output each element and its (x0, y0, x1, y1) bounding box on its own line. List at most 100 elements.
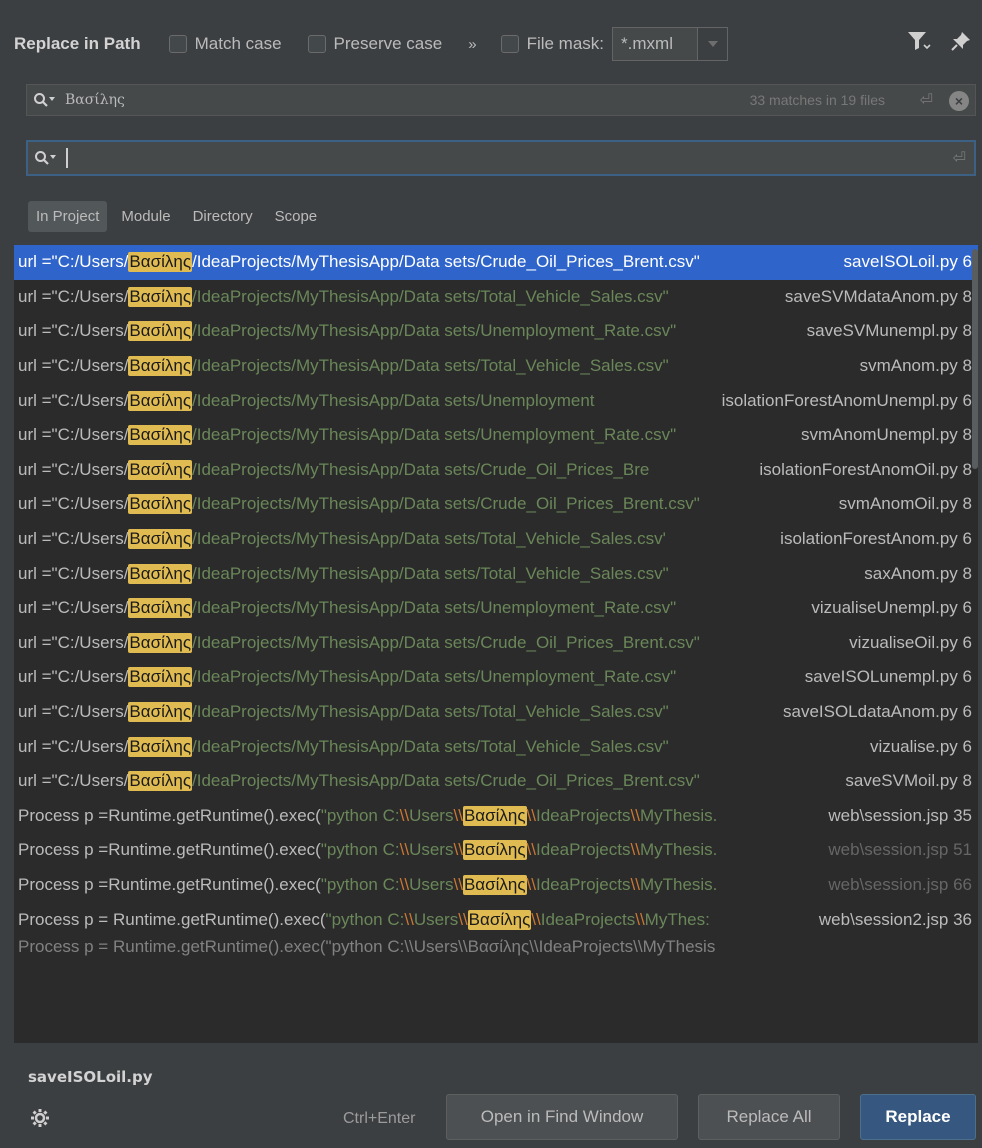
table-row[interactable]: Process p =Runtime.getRuntime().exec("py… (14, 799, 978, 834)
table-row[interactable]: url ="C:/Users/Βασίλης/IdeaProjects/MyTh… (14, 314, 978, 349)
gear-icon[interactable] (30, 1108, 50, 1133)
row-prefix: url ="C:/Users/ (18, 529, 129, 549)
search-field[interactable]: Βασίλης 33 matches in 19 files ⏎ × (26, 84, 976, 116)
row-path: /IdeaProjects/MyThesisApp/Data sets/Tota… (192, 736, 669, 756)
text-caret (66, 148, 68, 168)
row-escape: \\ (630, 874, 640, 894)
table-row[interactable]: url ="C:/Users/Βασίλης/IdeaProjects/MyTh… (14, 280, 978, 315)
tab-module[interactable]: Module (113, 201, 178, 232)
filter-icon[interactable] (906, 29, 932, 58)
search-input[interactable]: Βασίλης (65, 92, 125, 108)
table-row[interactable]: url ="C:/Users/Βασίλης/IdeaProjects/MyTh… (14, 729, 978, 764)
row-string: MyThesis. (639, 805, 718, 825)
table-row[interactable]: url ="C:/Users/Βασίλης/IdeaProjects/MyTh… (14, 695, 978, 730)
row-path: /IdeaProjects/MyThesisApp/Data sets/Unem… (192, 321, 677, 341)
row-file: isolationForestAnom.py 6 (774, 529, 972, 550)
row-file: web\session.jsp 35 (822, 805, 972, 826)
table-row[interactable]: url ="C:/Users/Βασίλης/IdeaProjects/MyTh… (14, 764, 978, 799)
match-highlight: Βασίλης (128, 356, 193, 377)
row-file: svmAnom.py 8 (853, 356, 972, 377)
replace-button[interactable]: Replace (860, 1094, 976, 1140)
row-path: /IdeaProjects/MyThesisApp/Data sets/Crud… (192, 771, 700, 791)
match-highlight: Βασίλης (128, 563, 193, 584)
row-file: saveISOLdataAnom.py 6 (776, 702, 972, 723)
match-highlight: Βασίλης (128, 494, 193, 515)
table-row[interactable]: Process p =Runtime.getRuntime().exec("py… (14, 868, 978, 903)
table-row[interactable]: url ="C:/Users/Βασίλης/IdeaProjects/MyTh… (14, 349, 978, 384)
row-string: IdeaProjects (535, 840, 631, 860)
row-file: saxAnom.py 8 (858, 563, 972, 584)
file-mask-checkbox[interactable] (500, 35, 519, 53)
match-highlight: Βασίλης (128, 667, 193, 688)
match-highlight: Βασίλης (462, 840, 527, 861)
file-mask-input[interactable]: *.mxml (612, 27, 699, 61)
table-row[interactable]: url ="C:/Users/Βασίλης/IdeaProjects/MyTh… (14, 591, 978, 626)
replace-field[interactable]: ⏎ (26, 140, 976, 176)
row-path: /IdeaProjects/MyThesisApp/Data sets/Crud… (192, 632, 700, 652)
clear-icon[interactable]: × (949, 91, 969, 111)
pin-icon[interactable] (950, 30, 972, 57)
table-row[interactable]: Process p =Runtime.getRuntime().exec("py… (14, 833, 978, 868)
row-escape: \\ (399, 805, 410, 825)
match-highlight: Βασίλης (462, 805, 527, 826)
results-list[interactable]: url ="C:/Users/Βασίλης/IdeaProjects/MyTh… (14, 245, 978, 1043)
row-path: /IdeaProjects/MyThesisApp/Data sets/Crud… (192, 252, 700, 272)
row-escape: \\ (526, 805, 536, 825)
match-highlight: Βασίλης (128, 771, 193, 792)
row-file: saveSVMdataAnom.py 8 (778, 286, 972, 307)
row-path: /IdeaProjects/MyThesisApp/Data sets/Tota… (192, 356, 669, 376)
table-row[interactable]: Process p = Runtime.getRuntime().exec("p… (14, 902, 978, 937)
row-prefix: url ="C:/Users/ (18, 356, 129, 376)
row-prefix: url ="C:/Users/ (18, 321, 129, 341)
row-string: MyThesis. (639, 840, 718, 860)
row-prefix: url ="C:/Users/ (18, 286, 129, 306)
table-row[interactable]: url ="C:/Users/Βασίλης/IdeaProjects/MyTh… (14, 626, 978, 661)
row-escape: \\ (635, 909, 645, 929)
table-row[interactable]: url ="C:/Users/Βασίλης/IdeaProjects/MyTh… (14, 418, 978, 453)
enter-icon: ⏎ (952, 150, 966, 167)
row-path: /IdeaProjects/MyThesisApp/Data sets/Unem… (192, 425, 677, 445)
row-file: web\session2.jsp 36 (812, 909, 972, 930)
row-file: web\session.jsp 51 (822, 840, 972, 861)
table-row[interactable]: url ="C:/Users/Βασίλης/IdeaProjects/MyTh… (14, 487, 978, 522)
more-options-button[interactable]: » (468, 36, 476, 53)
row-string: Users (413, 909, 459, 929)
table-row[interactable]: url ="C:/Users/Βασίλης/IdeaProjects/MyTh… (14, 453, 978, 488)
preserve-case-checkbox[interactable] (307, 35, 326, 53)
row-string: Users (409, 874, 454, 894)
row-prefix: url ="C:/Users/ (18, 771, 129, 791)
table-row[interactable]: url ="C:/Users/Βασίλης/IdeaProjects/MyTh… (14, 522, 978, 557)
row-escape: \\ (630, 805, 640, 825)
row-file: isolationForestAnomUnempl.py 6 (715, 390, 972, 411)
row-path: /IdeaProjects/MyThesisApp/Data sets/Unem… (192, 598, 677, 618)
row-escape: \\ (531, 909, 541, 929)
file-mask-dropdown[interactable] (698, 27, 729, 61)
table-row[interactable]: url ="C:/Users/Βασίλης/IdeaProjects/MyTh… (14, 660, 978, 695)
row-prefix: url ="C:/Users/ (18, 598, 129, 618)
results-scrollbar[interactable] (972, 249, 978, 469)
scope-tabs: In Project Module Directory Scope (28, 201, 325, 232)
open-in-find-window-button[interactable]: Open in Find Window (446, 1094, 678, 1140)
tab-directory[interactable]: Directory (185, 201, 261, 232)
tab-in-project[interactable]: In Project (28, 201, 108, 232)
row-string: Users (409, 840, 454, 860)
row-string: MyThesis. (639, 874, 718, 894)
table-row[interactable]: Process p = Runtime.getRuntime().exec("p… (14, 937, 978, 957)
match-count: 33 matches in 19 files (749, 92, 885, 108)
row-escape: \\ (404, 909, 414, 929)
table-row[interactable]: url ="C:/Users/Βασίλης/IdeaProjects/MyTh… (14, 245, 978, 280)
file-mask-label[interactable]: File mask: (527, 34, 604, 54)
tab-scope[interactable]: Scope (267, 201, 326, 232)
table-row[interactable]: url ="C:/Users/Βασίλης/IdeaProjects/MyTh… (14, 383, 978, 418)
match-case-label[interactable]: Match case (195, 34, 282, 54)
row-prefix: url ="C:/Users/ (18, 459, 129, 479)
match-highlight: Βασίλης (128, 252, 193, 273)
table-row[interactable]: url ="C:/Users/Βασίλης/IdeaProjects/MyTh… (14, 556, 978, 591)
search-icon[interactable] (33, 92, 57, 108)
row-file: saveISOLunempl.py 6 (798, 667, 972, 688)
search-icon[interactable] (34, 150, 58, 166)
replace-all-button[interactable]: Replace All (698, 1094, 840, 1140)
match-case-checkbox[interactable] (168, 35, 187, 53)
match-highlight: Βασίλης (128, 598, 193, 619)
preserve-case-label[interactable]: Preserve case (334, 34, 443, 54)
